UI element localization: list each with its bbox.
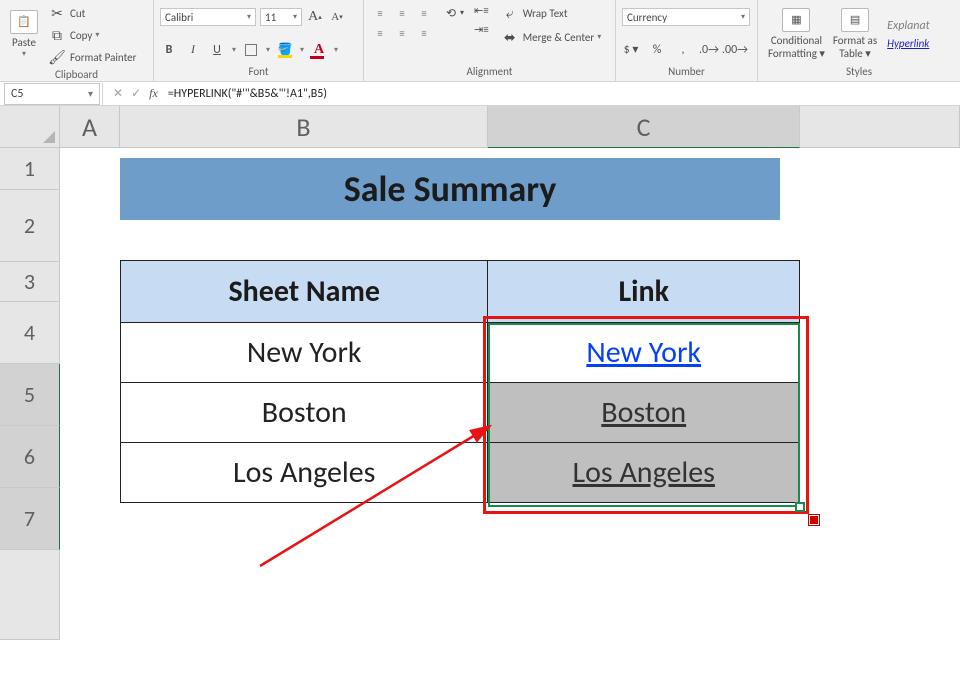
cut-button[interactable]: ✂ Cut <box>48 4 136 22</box>
row-header-6[interactable]: 6 <box>0 426 60 488</box>
ribbon-clipboard: 📋 Paste ▾ ✂ Cut ⧉ Copy ▾ 🖌 Format Painte… <box>0 0 154 81</box>
formula-bar: C5▾ ✕ ✓ fx =HYPERLINK("#'"&B5&"'!A1",B5) <box>0 82 960 106</box>
merge-icon: ⬌ <box>501 28 519 46</box>
table-icon: ▤ <box>841 8 869 32</box>
comma-button[interactable]: , <box>674 41 692 59</box>
ribbon-font: Calibri▾ 11▾ A▴ A▾ B I U ▾ ▾ 🪣 ▾ A ▾ <box>154 0 364 81</box>
row-header-5[interactable]: 5 <box>0 364 60 426</box>
row-header-3[interactable]: 3 <box>0 262 60 302</box>
border-button[interactable] <box>242 41 260 59</box>
format-as-table-button[interactable]: ▤ Format asTable ▾ <box>829 8 881 60</box>
decrease-font-button[interactable]: A▾ <box>328 8 346 26</box>
decrease-decimal-button[interactable]: .00→ <box>726 41 744 59</box>
ribbon: 📋 Paste ▾ ✂ Cut ⧉ Copy ▾ 🖌 Format Painte… <box>0 0 960 82</box>
ribbon-styles: ▦ ConditionalFormatting ▾ ▤ Format asTab… <box>758 0 960 81</box>
percent-button[interactable]: % <box>648 41 666 59</box>
row-header-4[interactable]: 4 <box>0 302 60 364</box>
row-header-2[interactable]: 2 <box>0 190 60 262</box>
fill-handle[interactable] <box>795 502 805 512</box>
cell-c6[interactable]: Boston <box>488 383 800 443</box>
paste-icon: 📋 <box>10 10 38 34</box>
col-header-blank[interactable] <box>800 106 960 148</box>
currency-button[interactable]: $ ▾ <box>622 41 640 59</box>
alignment-label: Alignment <box>370 63 609 81</box>
row-header-1[interactable]: 1 <box>0 148 60 190</box>
table-row: New York New York <box>121 323 800 383</box>
style-hyperlink[interactable]: Hyperlink <box>887 37 930 50</box>
fill-color-button[interactable]: 🪣 <box>276 41 294 59</box>
font-label: Font <box>160 63 357 81</box>
conditional-formatting-button[interactable]: ▦ ConditionalFormatting ▾ <box>764 8 829 60</box>
font-color-button[interactable]: A <box>310 41 328 59</box>
col-header-b[interactable]: B <box>120 106 488 148</box>
cond-fmt-icon: ▦ <box>782 8 810 32</box>
merge-center-button[interactable]: ⬌ Merge & Center ▾ <box>501 28 602 46</box>
paste-button[interactable]: 📋 Paste ▾ <box>6 2 42 66</box>
autofill-options-button[interactable] <box>808 514 820 526</box>
format-painter-button[interactable]: 🖌 Format Painter <box>48 48 136 66</box>
ribbon-align: ≡≡≡ ≡≡≡ ⟲▾ ⇤≡ ⇥≡ ⤶ Wrap Text ⬌ Merge & C… <box>364 0 616 81</box>
font-size-select[interactable]: 11▾ <box>260 8 302 26</box>
enter-icon[interactable]: ✓ <box>131 86 141 101</box>
ribbon-number: Currency▾ $ ▾ % , .0→ .00→ Number <box>616 0 758 81</box>
orientation-button[interactable]: ⟲ <box>442 4 460 22</box>
brush-icon: 🖌 <box>48 48 66 66</box>
cell-c7[interactable]: Los Angeles <box>488 443 800 503</box>
sheet-grid: A B C 1 2 3 4 5 6 7 Sale Summary Sheet N… <box>0 106 960 148</box>
col-header-c[interactable]: C <box>488 106 800 148</box>
style-explanatory[interactable]: Explanat <box>887 19 930 33</box>
fx-icon[interactable]: fx <box>149 86 158 101</box>
number-format-select[interactable]: Currency▾ <box>622 8 750 26</box>
cancel-icon[interactable]: ✕ <box>113 86 123 101</box>
indent-increase[interactable]: ⇥≡ <box>474 23 489 36</box>
scissors-icon: ✂ <box>48 4 66 22</box>
indent-decrease[interactable]: ⇤≡ <box>474 4 489 17</box>
copy-icon: ⧉ <box>48 26 66 44</box>
cell-b5[interactable]: New York <box>121 323 488 383</box>
col-header-a[interactable]: A <box>60 106 120 148</box>
number-label: Number <box>622 63 751 81</box>
link-new-york[interactable]: New York <box>586 334 701 371</box>
bold-button[interactable]: B <box>160 41 178 59</box>
increase-font-button[interactable]: A▴ <box>306 8 324 26</box>
wrap-text-button[interactable]: ⤶ Wrap Text <box>501 4 602 22</box>
clipboard-label: Clipboard <box>6 66 147 84</box>
italic-button[interactable]: I <box>184 41 202 59</box>
formula-input[interactable]: =HYPERLINK("#'"&B5&"'!A1",B5) <box>168 87 960 101</box>
link-los-angeles[interactable]: Los Angeles <box>573 454 715 491</box>
cell-c5[interactable]: New York <box>488 323 800 383</box>
increase-decimal-button[interactable]: .0→ <box>700 41 718 59</box>
row-header-blank[interactable] <box>0 550 60 640</box>
arrow-annotation <box>250 416 500 576</box>
wrap-icon: ⤶ <box>501 4 519 22</box>
th-sheet-name: Sheet Name <box>121 261 488 323</box>
th-link: Link <box>488 261 800 323</box>
copy-button[interactable]: ⧉ Copy ▾ <box>48 26 136 44</box>
title-band: Sale Summary <box>120 158 780 220</box>
select-all-corner[interactable] <box>0 106 60 148</box>
name-box[interactable]: C5▾ <box>4 83 100 105</box>
align-grid[interactable]: ≡≡≡ ≡≡≡ <box>370 4 434 42</box>
underline-button[interactable]: U <box>208 41 226 59</box>
font-name-select[interactable]: Calibri▾ <box>160 8 256 26</box>
link-boston[interactable]: Boston <box>601 394 686 431</box>
styles-label: Styles <box>764 63 954 81</box>
row-header-7[interactable]: 7 <box>0 488 60 550</box>
